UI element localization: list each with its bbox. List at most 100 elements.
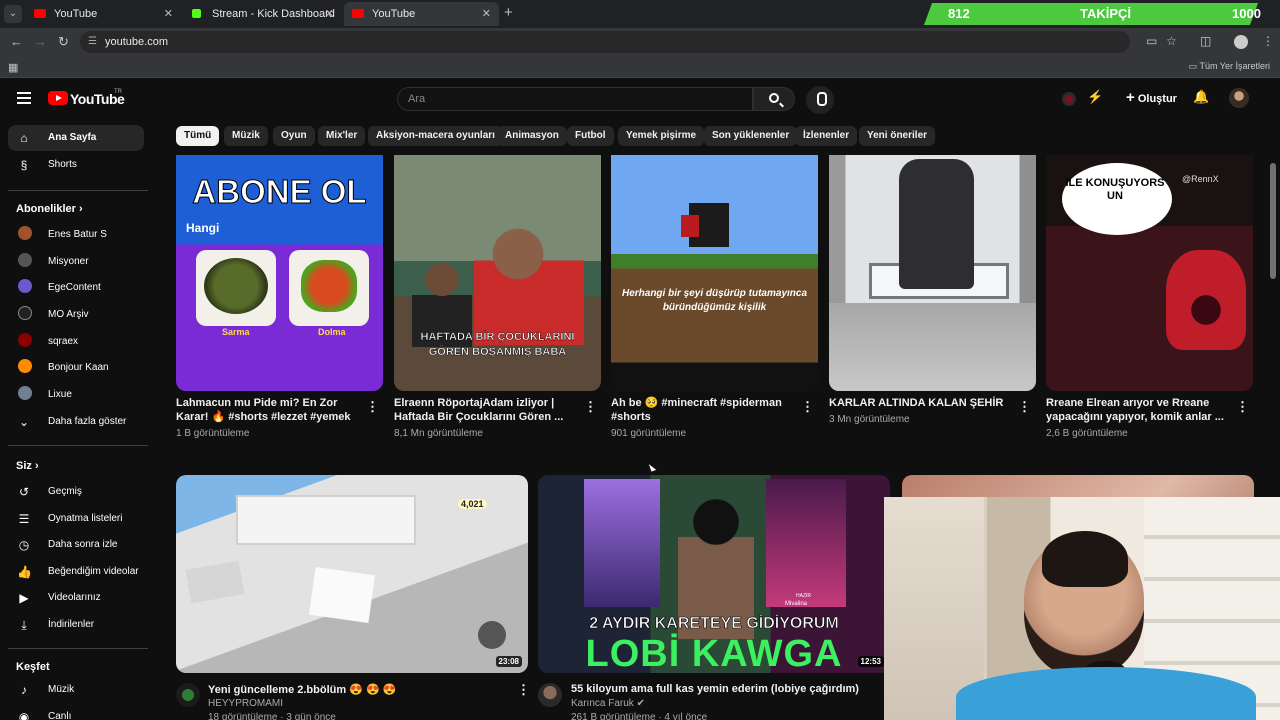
sidebar-channel[interactable]: EgeContent (8, 275, 144, 301)
close-icon[interactable]: ✕ (325, 2, 334, 26)
you-heading[interactable]: Siz › (16, 460, 39, 472)
sidebar-item-your-videos[interactable]: ▶ Videolarınız (8, 585, 144, 611)
sidebar-item-watch-later[interactable]: ◷ Daha sonra izle (8, 532, 144, 558)
extension-badge-icon[interactable] (1062, 92, 1076, 106)
chip-action-adventure[interactable]: Aksiyon-macera oyunları (368, 126, 503, 146)
search-button[interactable] (753, 87, 795, 111)
you-title: Siz (16, 460, 32, 472)
back-icon[interactable]: ← (10, 34, 23, 49)
sidebar-channel[interactable]: Bonjour Kaan (8, 355, 144, 381)
voice-search-icon[interactable] (806, 86, 834, 114)
tab-search-button[interactable]: ⌄ (4, 5, 22, 23)
browser-menu-icon[interactable]: ⋮ (1262, 34, 1274, 48)
site-info-icon[interactable]: ☰ (88, 36, 100, 48)
short-menu-icon[interactable]: ⋮ (366, 399, 379, 415)
tab-youtube-1[interactable]: YouTube ✕ (26, 2, 181, 26)
youtube-logo-icon[interactable] (48, 91, 68, 105)
sidebar-item-shorts[interactable]: § Shorts (8, 152, 144, 178)
tab-youtube-active[interactable]: YouTube ✕ (344, 2, 499, 26)
short-meta: Lahmacun mu Pide mi? En Zor Karar! 🔥 #sh… (176, 396, 366, 439)
short-title[interactable]: Elraenn RöportajAdam izliyor | Haftada B… (394, 396, 584, 424)
account-avatar[interactable] (1229, 88, 1249, 108)
short-thumbnail[interactable] (829, 155, 1036, 391)
chip-gaming[interactable]: Oyun (273, 126, 315, 146)
chip-music[interactable]: Müzik (224, 126, 268, 146)
menu-icon[interactable] (17, 92, 31, 104)
food-image-left (196, 250, 276, 326)
chip-all[interactable]: Tümü (176, 126, 220, 146)
channel-avatar[interactable] (538, 683, 562, 707)
short-thumbnail[interactable]: ABONE OL Hangi Sarma Dolma (176, 155, 383, 391)
short-thumbnail[interactable]: ILE KONUŞUYORS UN @RennX (1046, 155, 1253, 391)
video-thumbnail[interactable]: 4,021 23:08 (176, 475, 528, 673)
video-icon: ▶ (19, 591, 29, 605)
video-channel[interactable]: HEYYPROMAMI (208, 698, 283, 709)
lightning-icon[interactable]: ⚡ (1087, 89, 1103, 105)
search-box[interactable] (397, 87, 753, 111)
short-menu-icon[interactable]: ⋮ (1236, 399, 1249, 415)
sidebar-channel[interactable]: Misyoner (8, 249, 144, 275)
cast-icon[interactable]: ▭ (1146, 34, 1157, 48)
profile-avatar-icon[interactable] (1234, 35, 1248, 49)
sidebar-item-history[interactable]: ↺ Geçmiş (8, 479, 144, 505)
sidebar-item-downloads[interactable]: ⤓ İndirilenler (8, 612, 144, 638)
tab-kick-dashboard[interactable]: Stream - Kick Dashboard ✕ (184, 2, 342, 26)
short-thumbnail[interactable]: HAFTADA BİR ÇOCUKLARINI GÖREN BOŞANMIŞ B… (394, 155, 601, 391)
chip-mixes[interactable]: Mix'ler (318, 126, 366, 146)
notifications-bell-icon[interactable]: 🔔 (1193, 89, 1209, 105)
search-input[interactable] (398, 88, 752, 110)
video-title[interactable]: Yeni güncelleme 2.bbölüm 😍 😍 😍 (208, 683, 396, 696)
chip-recently-uploaded[interactable]: Son yüklenenler (704, 126, 798, 146)
chip-cooking[interactable]: Yemek pişirme (618, 126, 705, 146)
close-icon[interactable]: ✕ (482, 2, 491, 26)
new-tab-button[interactable]: + (504, 4, 513, 21)
video-thumbnail[interactable]: Mivalina HAZIR 2 AYDIR KARETEYE GİDİYORU… (538, 475, 890, 673)
short-menu-icon[interactable]: ⋮ (801, 399, 814, 415)
create-label: Oluştur (1137, 93, 1177, 105)
bookmark-star-icon[interactable]: ☆ (1166, 34, 1177, 48)
forward-icon[interactable]: → (34, 34, 47, 49)
chip-animation[interactable]: Animasyon (497, 126, 567, 146)
show-more-button[interactable]: ⌄ Daha fazla göster (8, 409, 144, 435)
all-bookmarks-link[interactable]: ▭ Tüm Yer İşaretleri (1189, 61, 1270, 72)
create-button[interactable]: + Oluştur (1118, 87, 1185, 109)
subscriptions-heading[interactable]: Abonelikler › (16, 203, 83, 215)
short-menu-icon[interactable]: ⋮ (1018, 399, 1031, 415)
short-title[interactable]: Lahmacun mu Pide mi? En Zor Karar! 🔥 #sh… (176, 396, 366, 424)
channel-avatar (18, 359, 32, 373)
short-menu-icon[interactable]: ⋮ (584, 399, 597, 415)
sidebar-channel[interactable]: MO Arşiv (8, 302, 144, 328)
sidebar-item-music[interactable]: ♪ Müzik (8, 677, 144, 703)
scrollbar[interactable] (1270, 163, 1276, 279)
sidebar-item-liked[interactable]: 👍 Beğendiğim videolar (8, 559, 144, 585)
chip-new-to-you[interactable]: Yeni öneriler (859, 126, 936, 146)
sidebar-channel[interactable]: sqraex (8, 329, 144, 355)
extensions-icon[interactable]: ◫ (1200, 34, 1211, 48)
video-channel[interactable]: Karınca Faruk ✔ (571, 698, 645, 709)
short-title[interactable]: KARLAR ALTINDA KALAN ŞEHİR (829, 396, 1019, 410)
video-menu-icon[interactable]: ⋮ (517, 682, 530, 698)
short-title[interactable]: Ah be 🥺 #minecraft #spiderman #shorts (611, 396, 801, 424)
apps-grid-icon[interactable]: ▦ (8, 61, 18, 74)
channel-name: Karınca Faruk (571, 698, 634, 709)
chip-watched[interactable]: İzlenenler (795, 126, 858, 146)
video-title[interactable]: 55 kiloyum ama full kas yemin ederim (lo… (571, 683, 859, 695)
short-views: 3 Mn görüntüleme (829, 414, 910, 425)
address-bar[interactable]: ☰ youtube.com (80, 31, 1130, 53)
sidebar-item-playlists[interactable]: ☰ Oynatma listeleri (8, 506, 144, 532)
channel-avatar[interactable] (176, 683, 200, 707)
sidebar-item-home[interactable]: ⌂ Ana Sayfa (8, 125, 144, 151)
sidebar-channel[interactable]: Enes Batur S (8, 222, 144, 248)
sidebar-channel[interactable]: Lixue (8, 382, 144, 408)
short-views: 901 görüntüleme (611, 428, 687, 439)
short-title[interactable]: Rreane Elrean arıyor ve Rreane yapacağın… (1046, 396, 1236, 424)
reload-icon[interactable]: ↻ (58, 34, 69, 50)
close-icon[interactable]: ✕ (164, 2, 173, 26)
sidebar-item-live[interactable]: ◉ Canlı (8, 704, 144, 720)
divider (8, 648, 148, 649)
sidebar-item-label: Ana Sayfa (48, 132, 97, 143)
chip-football[interactable]: Futbol (567, 126, 614, 146)
wall (829, 303, 1036, 391)
short-thumbnail[interactable]: Herhangi bir şeyi düşürüp tutamayınca bü… (611, 155, 818, 391)
short-meta: KARLAR ALTINDA KALAN ŞEHİR 3 Mn görüntül… (829, 396, 1019, 425)
